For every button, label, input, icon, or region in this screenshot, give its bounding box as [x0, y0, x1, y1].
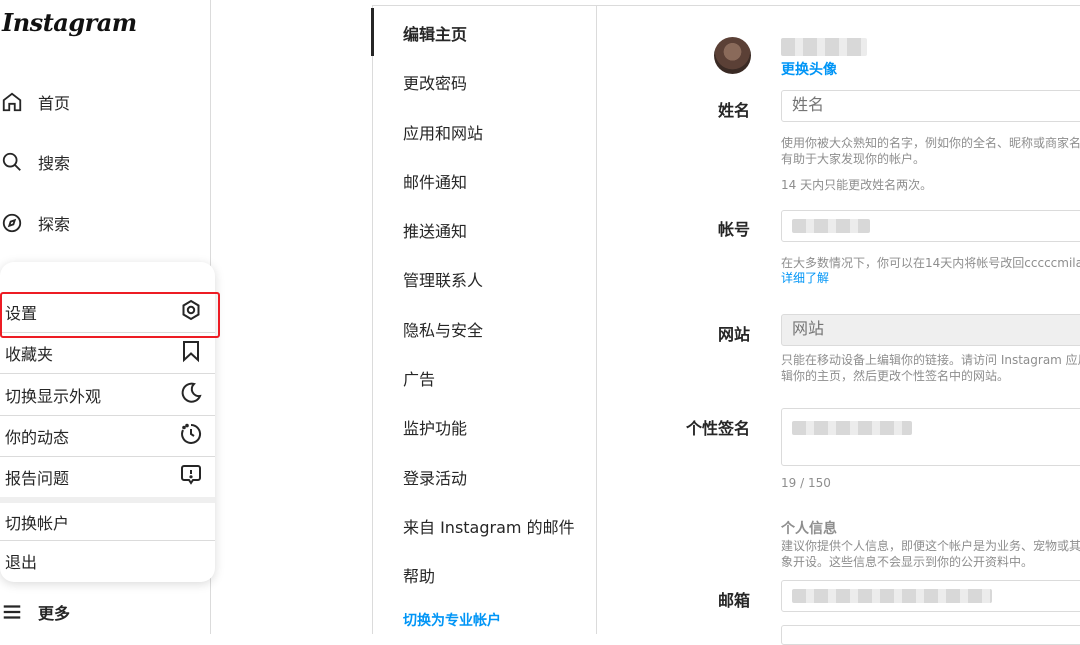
settings-nav-change-password[interactable]: 更改密码 [403, 70, 467, 94]
username-help: 在大多数情况下，你可以在14天内将帐号改回cccccmila [781, 256, 1080, 270]
instagram-logo[interactable]: Instagram [2, 8, 137, 37]
settings-nav-edit-profile[interactable]: 编辑主页 [403, 21, 467, 45]
home-icon [0, 90, 24, 114]
email-value [792, 589, 992, 603]
bio-value [792, 421, 912, 435]
name-limit-note: 14 天内只能更改姓名两次。 [781, 178, 933, 192]
menu-icon [0, 600, 24, 624]
menu-item-appearance[interactable]: 切换显示外观 [0, 374, 215, 415]
menu-item-saved[interactable]: 收藏夹 [0, 333, 215, 373]
bio-char-count: 19 / 150 [781, 476, 831, 490]
name-input[interactable] [781, 90, 1080, 122]
personal-info-help-line-1: 建议你提供个人信息，即便这个帐户是为业务、宠物或其 [781, 539, 1080, 553]
settings-nav-apps[interactable]: 应用和网站 [403, 120, 483, 144]
name-label: 姓名 [717, 101, 750, 120]
website-help-line-2: 辑你的主页，然后更改个性签名中的网站。 [781, 369, 1010, 383]
menu-item-switch-account[interactable]: 切换帐户 [0, 503, 215, 540]
menu-item-label: 切换显示外观 [5, 386, 102, 406]
settings-nav-supervision[interactable]: 监护功能 [403, 415, 467, 439]
settings-nav-help[interactable]: 帮助 [403, 563, 435, 587]
menu-item-label: 切换帐户 [5, 513, 70, 533]
name-help-line-2: 有助于大家发现你的帐户。 [781, 152, 926, 166]
menu-item-label: 收藏夹 [5, 345, 54, 364]
settings-nav-contacts[interactable]: 管理联系人 [403, 267, 483, 291]
settings-nav-ads[interactable]: 广告 [403, 366, 435, 390]
menu-item-label: 你的动态 [5, 428, 70, 447]
website-help-line-1: 只能在移动设备上编辑你的链接。请访问 Instagram 应用 [781, 353, 1080, 367]
nav-more[interactable]: 更多 [0, 592, 70, 632]
menu-item-label: 报告问题 [5, 469, 70, 488]
nav-home[interactable]: 首页 [0, 82, 70, 122]
settings-nav-email-notifications[interactable]: 邮件通知 [403, 169, 467, 193]
menu-item-report[interactable]: 报告问题 [0, 457, 215, 497]
menu-item-logout[interactable]: 退出 [0, 541, 215, 581]
avatar[interactable] [714, 37, 751, 74]
change-photo-link[interactable]: 更换头像 [781, 59, 837, 79]
learn-more-link[interactable]: 详细了解 [781, 270, 829, 286]
search-icon [0, 150, 24, 174]
nav-explore[interactable]: 探索 [0, 203, 70, 243]
bio-label: 个性签名 [685, 419, 750, 438]
highlight-box [0, 292, 220, 338]
menu-item-activity[interactable]: 你的动态 [0, 416, 215, 456]
next-field-input[interactable] [781, 625, 1080, 645]
bookmark-icon [179, 339, 203, 367]
nav-more-label: 更多 [38, 604, 71, 623]
username-display [781, 38, 867, 56]
name-help-line-1: 使用你被大众熟知的名字，例如你的全名、昵称或商家名 [781, 136, 1080, 150]
nav-search-label: 搜索 [38, 154, 71, 173]
website-label: 网站 [717, 325, 750, 344]
compass-icon [0, 211, 24, 235]
nav-explore-label: 探索 [38, 215, 71, 234]
username-input[interactable] [781, 210, 1080, 242]
personal-info-help-line-2: 象开设。这些信息不会显示到你的公开资料中。 [781, 555, 1034, 569]
switch-to-professional-link[interactable]: 切换为专业帐户 [403, 610, 501, 630]
website-input [781, 314, 1080, 346]
settings-nav-login-activity[interactable]: 登录活动 [403, 465, 467, 489]
settings-nav-push-notifications[interactable]: 推送通知 [403, 218, 467, 242]
bio-textarea[interactable] [781, 408, 1080, 466]
active-indicator [371, 8, 374, 56]
username-label: 帐号 [717, 220, 750, 239]
username-value [792, 219, 870, 233]
menu-item-label: 退出 [5, 553, 38, 572]
personal-info-title: 个人信息 [781, 521, 837, 537]
settings-nav-privacy[interactable]: 隐私与安全 [403, 317, 483, 341]
email-label: 邮箱 [717, 591, 750, 610]
nav-search[interactable]: 搜索 [0, 142, 70, 182]
moon-icon [179, 381, 203, 409]
email-input[interactable] [781, 580, 1080, 612]
activity-clock-icon [179, 422, 203, 450]
nav-home-label: 首页 [38, 94, 71, 113]
report-icon [179, 463, 203, 491]
settings-nav-emails-from-instagram[interactable]: 来自 Instagram 的邮件 [403, 514, 575, 538]
